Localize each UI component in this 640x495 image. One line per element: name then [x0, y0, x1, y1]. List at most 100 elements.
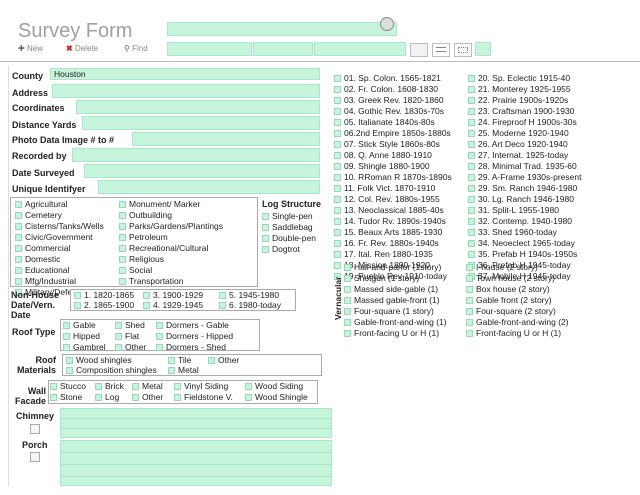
- vernacular-option[interactable]: Gable-front-and-wing (1): [344, 317, 447, 328]
- style-option[interactable]: 27. Internat. 1925-today: [468, 150, 581, 161]
- site-type-option[interactable]: Commercial: [15, 243, 104, 254]
- porch-input[interactable]: [60, 440, 332, 486]
- site-type-option[interactable]: Cemetery: [15, 210, 104, 221]
- site-type-option[interactable]: Parks/Gardens/Plantings: [119, 221, 223, 232]
- roof-type-option[interactable]: Dormers - Gable: [156, 320, 233, 331]
- vernacular-option[interactable]: Four-square (2 story): [466, 306, 569, 317]
- wall-facade-option[interactable]: Stucco: [50, 381, 86, 392]
- vernacular-option[interactable]: Massed side-gable (1): [344, 284, 447, 295]
- vernacular-option[interactable]: Town house (2 story): [466, 273, 569, 284]
- style-option[interactable]: 07. Stick Style 1860s-80s: [334, 139, 452, 150]
- site-type-option[interactable]: Cisterns/Tanks/Wells: [15, 221, 104, 232]
- roof-material-option[interactable]: Metal: [168, 365, 199, 376]
- style-option[interactable]: 17. Ital. Ren 1880-1935: [334, 249, 452, 260]
- delete-button[interactable]: ✖ Delete: [66, 44, 98, 53]
- style-option[interactable]: 12. Col. Rev. 1880s-1955: [334, 194, 452, 205]
- nonhouse-option[interactable]: 4. 1929-1945: [143, 300, 203, 311]
- site-type-option[interactable]: Domestic: [15, 254, 104, 265]
- new-button[interactable]: ✚ New: [18, 44, 43, 53]
- search-face-icon[interactable]: [380, 17, 394, 31]
- log-structure-option[interactable]: Saddlebag: [262, 222, 316, 233]
- roof-type-option[interactable]: Gable: [63, 320, 106, 331]
- roof-material-option[interactable]: Composition shingles: [66, 365, 157, 376]
- wall-facade-option[interactable]: Brick: [95, 381, 124, 392]
- date-input[interactable]: [84, 164, 320, 178]
- style-option[interactable]: 33. Shed 1960-today: [468, 227, 581, 238]
- distance-input[interactable]: [82, 116, 320, 130]
- wall-facade-option[interactable]: Other: [132, 392, 163, 403]
- style-option[interactable]: 30. Lg. Ranch 1946-1980: [468, 194, 581, 205]
- wall-facade-option[interactable]: Log: [95, 392, 124, 403]
- style-option[interactable]: 03. Greek Rev. 1820-1860: [334, 95, 452, 106]
- style-option[interactable]: 35. Prefab H 1940s-1950s: [468, 249, 581, 260]
- site-type-option[interactable]: Religious: [119, 254, 223, 265]
- porch-checkbox[interactable]: [30, 452, 40, 462]
- log-structure-option[interactable]: Single-pen: [262, 211, 316, 222]
- log-structure-option[interactable]: Double-pen: [262, 233, 316, 244]
- roof-type-option[interactable]: Dormers - Shed: [156, 342, 233, 353]
- wall-facade-option[interactable]: Metal: [132, 381, 163, 392]
- roof-type-option[interactable]: Other: [115, 342, 146, 353]
- style-option[interactable]: 32. Contemp. 1940-1980: [468, 216, 581, 227]
- style-option[interactable]: 28. Minimal Trad. 1935-60: [468, 161, 581, 172]
- wall-facade-option[interactable]: Fieldstone V.: [174, 392, 233, 403]
- style-option[interactable]: 15. Beaux Arts 1885-1930: [334, 227, 452, 238]
- vernacular-option[interactable]: Front-facing U or H (1): [344, 328, 447, 339]
- vernacular-option[interactable]: Hall-and-parlor (1story): [344, 262, 447, 273]
- roof-type-option[interactable]: Dormers - Hipped: [156, 331, 233, 342]
- style-option[interactable]: 21. Monterey 1925-1955: [468, 84, 581, 95]
- wall-facade-option[interactable]: Wood Siding: [245, 381, 308, 392]
- vernacular-option[interactable]: Shotgun (1 story): [344, 273, 447, 284]
- style-option[interactable]: 05. Italianate 1840s-80s: [334, 117, 452, 128]
- chimney-checkbox[interactable]: [30, 424, 40, 434]
- site-type-option[interactable]: Agricultural: [15, 199, 104, 210]
- style-option[interactable]: 16. Fr. Rev. 1880s-1940s: [334, 238, 452, 249]
- roof-type-option[interactable]: Gambrel: [63, 342, 106, 353]
- style-option[interactable]: 23. Craftsman 1900-1930: [468, 106, 581, 117]
- roof-type-option[interactable]: Shed: [115, 320, 146, 331]
- log-structure-option[interactable]: Dogtrot: [262, 244, 316, 255]
- style-option[interactable]: 11. Folk Vict. 1870-1910: [334, 183, 452, 194]
- style-option[interactable]: 26. Art Deco 1920-1940: [468, 139, 581, 150]
- toolbar-field-2[interactable]: [253, 42, 313, 56]
- header-input[interactable]: [167, 22, 397, 36]
- list-view-icon[interactable]: [432, 43, 450, 57]
- chimney-input[interactable]: [60, 408, 332, 438]
- site-type-option[interactable]: Mfg/Industrial: [15, 276, 104, 287]
- site-type-option[interactable]: Petroleum: [119, 232, 223, 243]
- form-view-icon[interactable]: [410, 43, 428, 57]
- toolbar-field-1[interactable]: [167, 42, 252, 56]
- site-type-option[interactable]: Educational: [15, 265, 104, 276]
- vernacular-option[interactable]: Box house (2 story): [466, 284, 569, 295]
- roof-type-option[interactable]: Flat: [115, 331, 146, 342]
- vernacular-option[interactable]: Front-facing U or H (1): [466, 328, 569, 339]
- style-option[interactable]: 14. Tudor Rv. 1890s-1940s: [334, 216, 452, 227]
- photo-input[interactable]: [132, 132, 320, 146]
- style-option[interactable]: 10. RRoman R 1870s-1890s: [334, 172, 452, 183]
- vernacular-option[interactable]: I-house (2 story): [466, 262, 569, 273]
- site-type-option[interactable]: Transportation: [119, 276, 223, 287]
- site-type-option[interactable]: Social: [119, 265, 223, 276]
- site-type-option[interactable]: Monument/ Marker: [119, 199, 223, 210]
- recorded-input[interactable]: [72, 148, 320, 162]
- site-type-option[interactable]: Outbuilding: [119, 210, 223, 221]
- style-option[interactable]: 08. Q. Anne 1880-1910: [334, 150, 452, 161]
- style-option[interactable]: 20. Sp. Eclectic 1915-40: [468, 73, 581, 84]
- toolbar-field-4[interactable]: [475, 42, 491, 56]
- style-option[interactable]: 01. Sp. Colon. 1565-1821: [334, 73, 452, 84]
- style-option[interactable]: 02. Fr. Colon. 1608-1830: [334, 84, 452, 95]
- county-input[interactable]: Houston: [50, 68, 320, 80]
- site-type-option[interactable]: Civic/Government: [15, 232, 104, 243]
- roof-material-option[interactable]: Other: [208, 355, 239, 366]
- site-type-option[interactable]: Recreational/Cultural: [119, 243, 223, 254]
- find-button[interactable]: ⚲ Find: [124, 44, 148, 53]
- vernacular-option[interactable]: Massed gable-front (1): [344, 295, 447, 306]
- nonhouse-option[interactable]: 6. 1980-today: [219, 300, 281, 311]
- style-option[interactable]: 22. Prairie 1900s-1920s: [468, 95, 581, 106]
- wall-facade-option[interactable]: Wood Shingle: [245, 392, 308, 403]
- toolbar-field-3[interactable]: [314, 42, 406, 56]
- style-option[interactable]: 13. Neoclassical 1885-40s: [334, 205, 452, 216]
- table-view-icon[interactable]: [454, 43, 472, 57]
- style-option[interactable]: 31. Split-L 1955-1980: [468, 205, 581, 216]
- style-option[interactable]: 24. Fireproof H 1900s-30s: [468, 117, 581, 128]
